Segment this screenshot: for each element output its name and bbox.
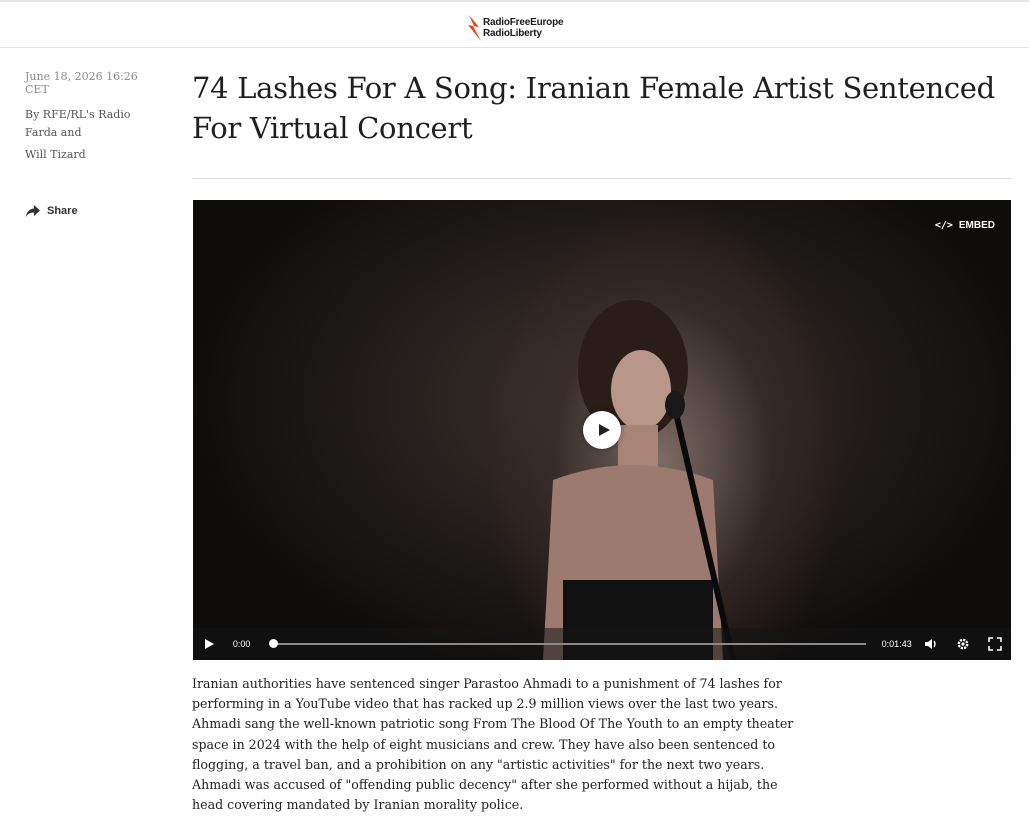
current-time: 0:00 — [232, 639, 251, 649]
share-arrow-icon — [26, 205, 40, 217]
byline[interactable]: By RFE/RL's Radio Farda and — [25, 106, 165, 142]
big-play-button[interactable] — [583, 411, 621, 449]
video-player[interactable]: </> EMBED 0:00 0:01:43 — [193, 200, 1011, 660]
share-label: Share — [47, 205, 78, 217]
embed-button[interactable]: </> EMBED — [935, 220, 995, 231]
title-divider — [192, 178, 1011, 179]
settings-button[interactable] — [947, 628, 979, 660]
article-body: Iranian authorities have sentenced singe… — [192, 676, 794, 813]
share-button[interactable]: Share — [25, 204, 78, 218]
settings-icon — [957, 638, 969, 650]
seek-handle[interactable] — [268, 639, 278, 648]
volume-icon — [925, 639, 937, 649]
play-icon — [204, 639, 214, 649]
publish-date: June 18, 2026 16:26 CET — [25, 70, 138, 96]
play-icon — [598, 424, 610, 436]
duration: 0:01:43 — [881, 639, 912, 649]
logo-line1: RadioFreeEurope — [483, 17, 564, 28]
author-name[interactable]: Will Tizard — [25, 148, 165, 161]
embed-icon: </> — [934, 220, 953, 231]
site-header: RadioFreeEurope RadioLiberty — [0, 0, 1029, 48]
logo-wordmark: RadioFreeEurope RadioLiberty — [483, 17, 564, 39]
volume-button[interactable] — [916, 628, 948, 660]
seek-bar[interactable] — [268, 639, 866, 648]
play-button[interactable] — [193, 628, 225, 660]
fullscreen-icon — [988, 637, 1002, 651]
article-meta: June 18, 2026 16:26 CET By RFE/RL's Radi… — [25, 70, 165, 161]
logo-flame-icon — [468, 15, 481, 41]
rferl-logo[interactable]: RadioFreeEurope RadioLiberty — [465, 12, 575, 44]
video-controls: 0:00 0:01:43 — [193, 628, 1011, 660]
embed-label: EMBED — [958, 220, 995, 231]
logo-line2: RadioLiberty — [483, 28, 542, 39]
article-title: 74 Lashes For A Song: Iranian Female Art… — [192, 71, 995, 145]
video-frame-singer — [543, 300, 736, 660]
fullscreen-button[interactable] — [979, 628, 1011, 660]
